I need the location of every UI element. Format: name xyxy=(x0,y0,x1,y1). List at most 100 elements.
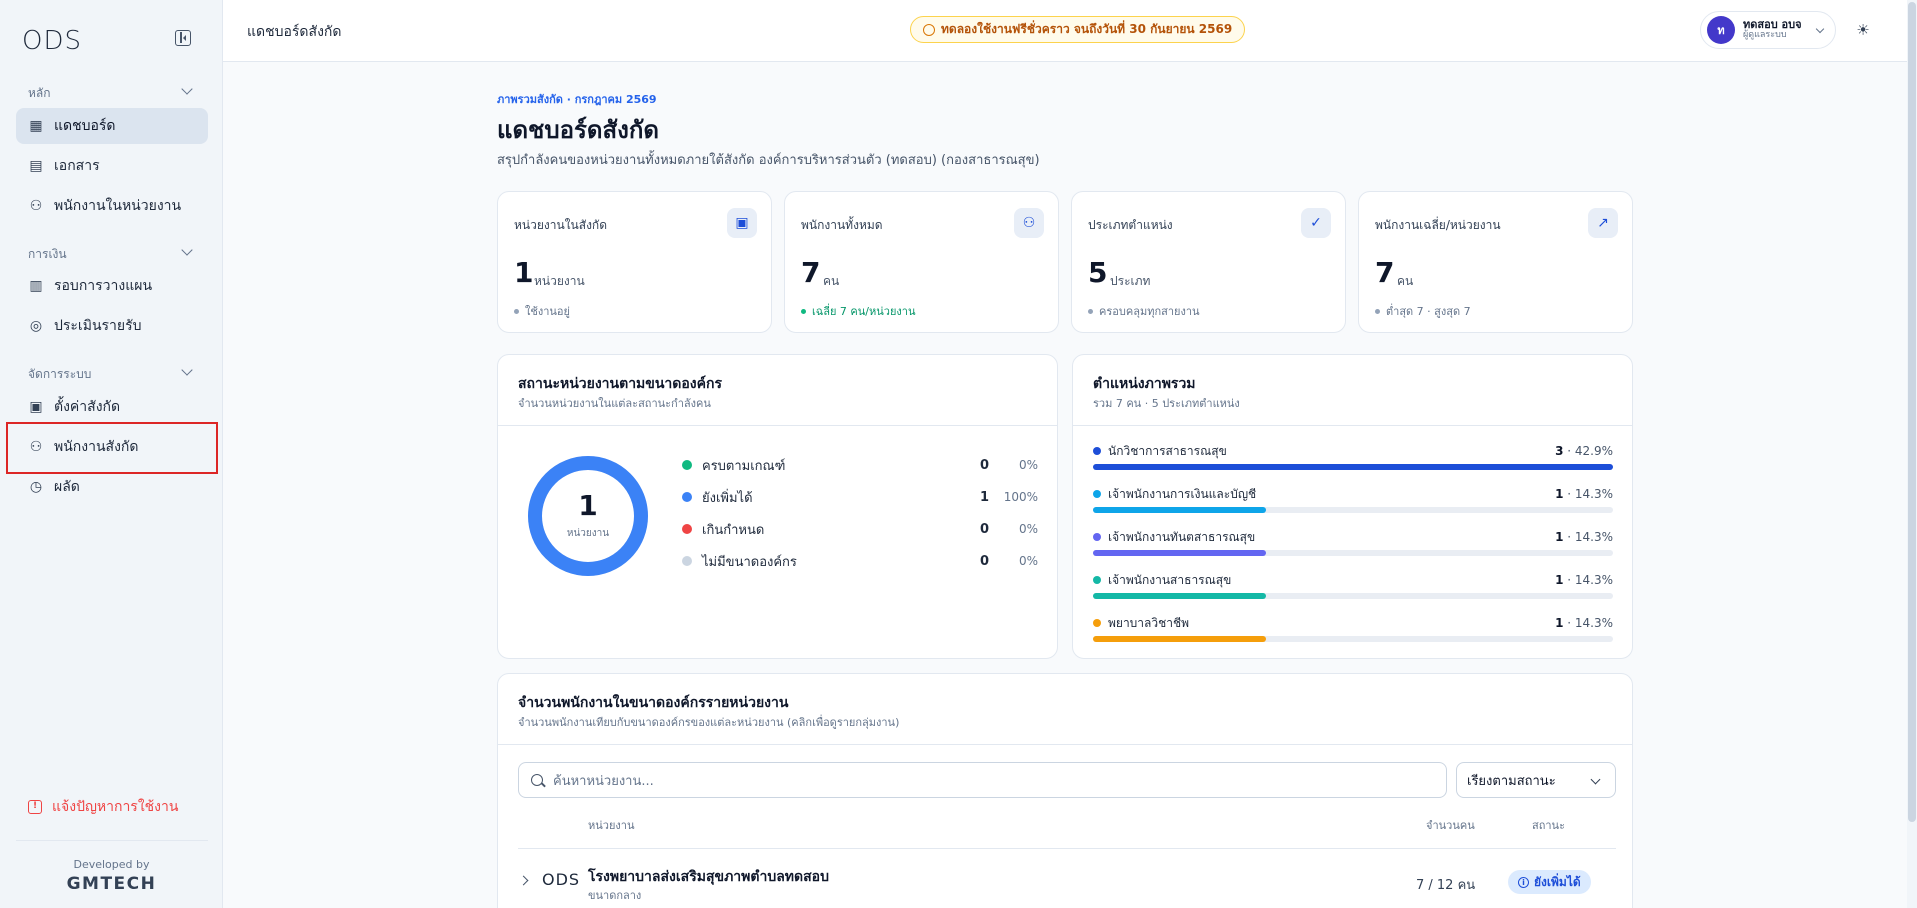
position-row: เจ้าพนักงานการเงินและบัญชี 1 · 14.3% xyxy=(1093,486,1613,513)
clock-icon: ◷ xyxy=(29,479,43,495)
legend-percent: 0% xyxy=(1018,554,1038,568)
check-circle-icon: ✓ xyxy=(1301,208,1331,238)
status-panel-title: สถานะหน่วยงานตามขนาดองค์กร xyxy=(518,376,722,392)
legend-label: ไม่มีขนาดองค์กร xyxy=(702,554,797,570)
column-header-unit: หน่วยงาน xyxy=(588,819,635,832)
divider xyxy=(498,744,1632,745)
section-label-system[interactable]: จัดการระบบ xyxy=(28,365,91,384)
clipboard-icon: ▥ xyxy=(29,278,43,294)
position-label: พยาบาลวิชาชีพ xyxy=(1108,615,1190,630)
alert-icon: ! xyxy=(28,800,42,814)
theme-toggle-sun-icon[interactable]: ☀ xyxy=(1855,22,1871,38)
status-dot xyxy=(1375,308,1380,314)
position-count: 3 xyxy=(1555,444,1564,458)
stat-note-text: เฉลี่ย 7 คน/หน่วยงาน xyxy=(812,305,916,318)
app-logo[interactable]: ODS xyxy=(22,26,82,56)
section-label-finance[interactable]: การเงิน xyxy=(28,245,67,264)
sidebar-item-label: รอบการวางแผน xyxy=(54,278,153,294)
sidebar-item-documents[interactable]: ▤ เอกสาร xyxy=(16,148,208,184)
building-icon: ▣ xyxy=(727,208,757,238)
legend-percent: 100% xyxy=(1003,490,1038,504)
page-subtitle: สรุปกำลังคนของหน่วยงานทั้งหมดภายใต้สังกั… xyxy=(497,153,1040,168)
stat-value: 5 xyxy=(1088,256,1108,289)
stat-note: ใช้งานอยู่ xyxy=(514,302,570,320)
sidebar-item-shifts[interactable]: ◷ ผลัด xyxy=(16,469,208,505)
position-bar-fill xyxy=(1093,507,1267,513)
position-label: เจ้าพนักงานสาธารณสุข xyxy=(1108,572,1232,587)
sidebar-collapse-icon[interactable] xyxy=(175,30,191,46)
sidebar-item-label: ตั้งค่าสังกัด xyxy=(54,399,121,415)
status-panel-subtitle: จำนวนหน่วยงานในแต่ละสถานะกำลังคน xyxy=(518,397,711,410)
chevron-down-icon[interactable] xyxy=(181,244,193,256)
positions-panel: ตำแหน่งภาพรวม รวม 7 คน · 5 ประเภทตำแหน่ง… xyxy=(1072,354,1633,659)
chevron-right-icon[interactable] xyxy=(518,875,529,886)
stat-value: 1 xyxy=(514,256,534,289)
dashboard-icon: ▦ xyxy=(29,118,43,134)
scrollbar-thumb[interactable] xyxy=(1908,2,1916,822)
legend-dot xyxy=(682,460,692,470)
position-dot xyxy=(1093,490,1101,498)
position-bar-fill xyxy=(1093,636,1267,642)
position-dot xyxy=(1093,619,1101,627)
chevron-down-icon[interactable] xyxy=(181,83,193,95)
position-bar-track xyxy=(1093,464,1613,470)
unit-size: ขนาดกลาง xyxy=(588,889,642,902)
developer-logo: GMTECH xyxy=(66,874,157,894)
position-bar-track xyxy=(1093,507,1613,513)
building-icon: ▣ xyxy=(29,399,43,415)
stat-unit: คน xyxy=(823,274,840,288)
stat-unit: ประเภท xyxy=(1110,274,1151,288)
users-icon: ⚇ xyxy=(29,198,43,214)
position-percent: 42.9% xyxy=(1574,444,1613,458)
user-menu-button[interactable]: ท ทดสอบ อบจ ผู้ดูแลระบบ xyxy=(1700,11,1836,49)
stat-value: 7 xyxy=(801,256,821,289)
sidebar-item-unit-staff[interactable]: ⚇ พนักงานในหน่วยงาน xyxy=(16,188,208,224)
legend-item: ไม่มีขนาดองค์กร 0 0% xyxy=(682,551,1038,571)
legend-item: ยังเพิ่มได้ 1 100% xyxy=(682,487,1038,507)
stat-card: พนักงานทั้งหมด ⚇ 7 คน เฉลี่ย 7 คน/หน่วยง… xyxy=(784,191,1059,333)
position-row: นักวิชาการสาธารณสุข 3 · 42.9% xyxy=(1093,443,1613,470)
sidebar-item-dashboard[interactable]: ▦ แดชบอร์ด xyxy=(16,108,208,144)
chevron-down-icon[interactable] xyxy=(181,364,193,376)
position-label: เจ้าพนักงานทันตสาธารณสุข xyxy=(1108,529,1256,544)
legend-percent: 0% xyxy=(1018,522,1038,536)
unit-count: 7 / 12 คน xyxy=(1416,878,1476,893)
position-label: นักวิชาการสาธารณสุข xyxy=(1108,443,1227,458)
position-row: เจ้าพนักงานทันตสาธารณสุข 1 · 14.3% xyxy=(1093,529,1613,556)
unit-name[interactable]: โรงพยาบาลส่งเสริมสุขภาพตำบลทดสอบ xyxy=(588,866,829,888)
position-bar-track xyxy=(1093,593,1613,599)
sidebar-item-label: เอกสาร xyxy=(54,158,100,174)
legend-item: ครบตามเกณฑ์ 0 0% xyxy=(682,455,1038,475)
legend-percent: 0% xyxy=(1018,458,1038,472)
stat-label: ประเภทตำแหน่ง xyxy=(1088,218,1173,232)
position-percent: 14.3% xyxy=(1574,573,1613,587)
units-panel: จำนวนพนักงานในขนาดองค์กรรายหน่วยงาน จำนว… xyxy=(497,673,1633,908)
sidebar-item-revenue-assessment[interactable]: ◎ ประเมินรายรับ xyxy=(16,308,208,344)
user-role: ผู้ดูแลระบบ xyxy=(1743,30,1787,41)
stat-note: ต่ำสุด 7 · สูงสุด 7 xyxy=(1375,302,1471,320)
sidebar-item-affiliation-settings[interactable]: ▣ ตั้งค่าสังกัด xyxy=(16,389,208,425)
position-bar-track xyxy=(1093,636,1613,642)
trial-badge: ทดลองใช้งานฟรีชั่วคราว จนถึงวันที่ 30 กั… xyxy=(910,16,1246,43)
position-bar-fill xyxy=(1093,464,1613,470)
position-row: เจ้าพนักงานสาธารณสุข 1 · 14.3% xyxy=(1093,572,1613,599)
trial-text: ทดลองใช้งานฟรีชั่วคราว จนถึงวันที่ 30 กั… xyxy=(941,22,1233,36)
highlight-box xyxy=(6,422,218,474)
search-input[interactable]: ค้นหาหน่วยงาน... xyxy=(518,762,1447,798)
document-icon: ▤ xyxy=(29,158,43,174)
sidebar-item-planning-rounds[interactable]: ▥ รอบการวางแผน xyxy=(16,268,208,304)
topbar-title: แดชบอร์ดสังกัด xyxy=(247,24,342,40)
divider xyxy=(518,848,1616,849)
status-panel: สถานะหน่วยงานตามขนาดองค์กร จำนวนหน่วยงาน… xyxy=(497,354,1058,659)
report-problem-link[interactable]: ! แจ้งปัญหาการใช้งาน xyxy=(28,796,178,818)
sort-select[interactable]: เรียงตามสถานะ xyxy=(1456,762,1616,798)
stat-label: พนักงานทั้งหมด xyxy=(801,218,883,232)
search-placeholder: ค้นหาหน่วยงาน... xyxy=(553,773,654,789)
sidebar-item-label: พนักงานในหน่วยงาน xyxy=(54,198,182,214)
stat-card: ประเภทตำแหน่ง ✓ 5 ประเภท ครอบคลุมทุกสายง… xyxy=(1071,191,1346,333)
stat-note-text: ครอบคลุมทุกสายงาน xyxy=(1099,305,1200,318)
info-icon: i xyxy=(1518,876,1529,888)
section-label-main[interactable]: หลัก xyxy=(28,84,51,103)
topbar: แดชบอร์ดสังกัด ทดลองใช้งานฟรีชั่วคราว จน… xyxy=(223,0,1917,62)
stat-unit: คน xyxy=(1397,274,1414,288)
